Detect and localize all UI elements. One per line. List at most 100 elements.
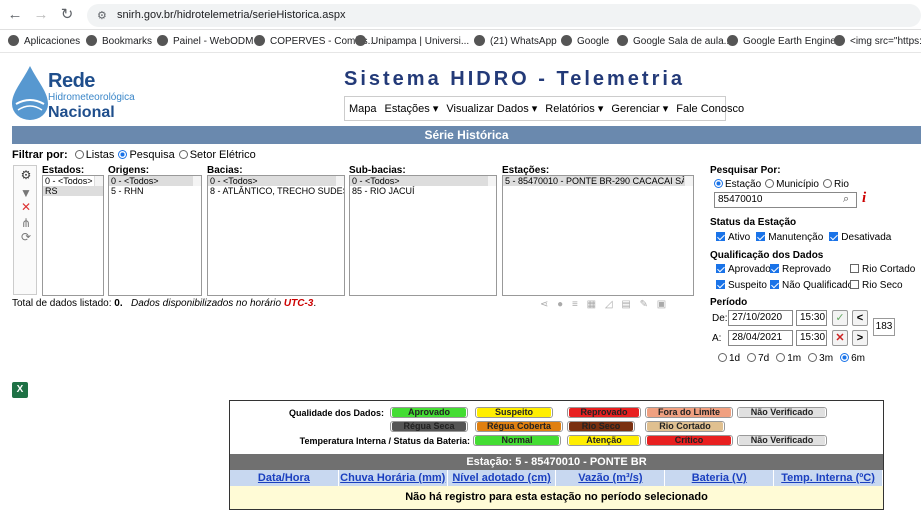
checkbox-icon[interactable]	[770, 264, 779, 273]
qualification-option-suspeito[interactable]: Suspeito	[716, 280, 767, 291]
checkbox-icon[interactable]	[850, 264, 859, 273]
column-vazao-m-s[interactable]: Vazão (m³/s)	[556, 470, 666, 486]
list-item[interactable]: RS	[43, 186, 103, 196]
menu-gerenciar[interactable]: Gerenciar ▾	[611, 102, 668, 115]
column-data-hora[interactable]: Data/Hora	[230, 470, 339, 486]
date-to-input[interactable]: 28/04/2021	[728, 330, 793, 346]
range-option-7d[interactable]: 7d	[743, 353, 769, 364]
range-option-6m[interactable]: 6m	[836, 353, 865, 364]
table-icon[interactable]: ▦	[587, 299, 599, 310]
list-item[interactable]: 0 - <Todos>	[350, 176, 496, 186]
checkbox-icon[interactable]	[850, 280, 859, 289]
checkbox-icon[interactable]	[829, 232, 839, 241]
search-input[interactable]: 85470010	[714, 192, 857, 208]
subbacias-list[interactable]: 0 - <Todos> 85 - RIO JACUÍ	[349, 175, 497, 296]
gears-icon[interactable]: ⚙	[19, 168, 33, 182]
chart-icon[interactable]: ◿	[605, 299, 616, 310]
bookmark-9[interactable]: Google Earth Engine	[727, 35, 836, 47]
radio-icon[interactable]	[74, 150, 84, 159]
checkbox-icon[interactable]	[716, 264, 725, 273]
filter-icon[interactable]: ▼	[19, 186, 33, 200]
radio-icon[interactable]	[118, 150, 128, 159]
estacoes-list[interactable]: 5 - 85470010 - PONTE BR-290 CACACAI SÃO …	[502, 175, 694, 296]
bookmark-1[interactable]: Aplicaciones	[8, 35, 80, 47]
tools-icon[interactable]: ✎	[640, 299, 651, 310]
clear-filter-icon[interactable]: ✕	[19, 200, 33, 214]
forward-icon[interactable]: →	[32, 6, 50, 24]
map-pin-icon[interactable]: ●	[557, 299, 566, 310]
search-option-estacao[interactable]: Estação	[710, 179, 761, 190]
back-icon[interactable]: ←	[6, 6, 24, 24]
checkbox-icon[interactable]	[716, 232, 725, 241]
pcd-icon[interactable]: ▣	[657, 299, 669, 310]
list-item[interactable]: 5 - 85470010 - PONTE BR-290 CACACAI SÃO …	[503, 176, 693, 186]
refresh-icon[interactable]: ⟳	[19, 230, 33, 244]
radio-icon[interactable]	[718, 353, 727, 362]
radio-icon[interactable]	[840, 353, 850, 362]
share-export-icon[interactable]: ⋖	[540, 299, 551, 310]
filter-option-listas[interactable]: Listas	[71, 149, 114, 161]
menu-fale-conosco[interactable]: Fale Conosco	[676, 103, 744, 115]
qualification-option-rio-cortado[interactable]: Rio Cortado	[850, 264, 915, 275]
menu-mapa[interactable]: Mapa	[349, 103, 377, 115]
origens-list[interactable]: 0 - <Todos> 5 - RHN	[108, 175, 202, 296]
bacias-list[interactable]: 0 - <Todos> 8 - ATLÂNTICO, TRECHO SUDES	[207, 175, 345, 296]
bookmark-2[interactable]: Bookmarks	[86, 35, 152, 47]
radio-icon[interactable]	[178, 150, 188, 159]
status-option-desativada[interactable]: Desativada	[829, 232, 891, 243]
menu-visualizar-dados[interactable]: Visualizar Dados ▾	[446, 102, 537, 115]
list-item[interactable]: 85 - RIO JACUÍ	[350, 186, 496, 196]
address-bar[interactable]: ⚙ snirh.gov.br/hidrotelemetria/serieHist…	[87, 4, 921, 27]
bookmark-5[interactable]: Unipampa | Universi...	[355, 35, 469, 47]
list-item[interactable]: 0 - <Todos>	[208, 176, 344, 186]
column-temp-interna-c[interactable]: Temp. Interna (ºC)	[774, 470, 883, 486]
bookmark-8[interactable]: Google Sala de aula...	[617, 35, 732, 47]
radio-icon[interactable]	[714, 179, 723, 188]
radio-icon[interactable]	[765, 179, 775, 188]
list-item[interactable]: 0 - <Todos>	[109, 176, 201, 186]
time-from-input[interactable]: 15:30	[796, 310, 827, 326]
status-option-manutencao[interactable]: Manutenção	[756, 232, 823, 243]
time-to-input[interactable]: 15:30	[796, 330, 827, 346]
range-option-1d[interactable]: 1d	[714, 353, 740, 364]
column-bateria-v[interactable]: Bateria (V)	[665, 470, 775, 486]
info-icon[interactable]: i	[862, 190, 866, 207]
checkbox-icon[interactable]	[770, 280, 779, 289]
search-option-rio[interactable]: Rio	[819, 179, 849, 190]
qualification-option-reprovado[interactable]: Reprovado	[770, 264, 831, 275]
bookmark-6[interactable]: (21) WhatsApp	[474, 35, 557, 47]
column-nivel-adotado-cm[interactable]: Nível adotado (cm)	[448, 470, 557, 486]
radio-icon[interactable]	[776, 353, 786, 362]
menu-estacoes[interactable]: Estações ▾	[385, 102, 439, 115]
menu-relatorios[interactable]: Relatórios ▾	[545, 102, 603, 115]
range-option-1m[interactable]: 1m	[772, 353, 801, 364]
column-chuva-horaria-mm[interactable]: Chuva Horária (mm)	[339, 470, 448, 486]
excel-icon[interactable]: X	[12, 382, 28, 398]
filter-option-pesquisa[interactable]: Pesquisa	[114, 149, 175, 161]
list-item[interactable]: 5 - RHN	[109, 186, 201, 196]
radio-icon[interactable]	[747, 353, 757, 362]
bookmark-3[interactable]: Painel - WebODM	[157, 35, 253, 47]
radio-icon[interactable]	[808, 353, 818, 362]
estados-list[interactable]: 0 - <Todos> RS	[42, 175, 104, 296]
site-info-icon[interactable]: ⚙	[97, 9, 107, 22]
filter-option-setor-eletrico[interactable]: Setor Elétrico	[175, 149, 256, 161]
range-option-3m[interactable]: 3m	[804, 353, 833, 364]
qualification-option-rio-seco[interactable]: Rio Seco	[850, 280, 903, 291]
reload-icon[interactable]: ↻	[58, 6, 76, 24]
bookmark-7[interactable]: Google	[561, 35, 609, 47]
cancel-icon[interactable]: ✕	[832, 330, 848, 346]
xml-icon[interactable]: ▤	[621, 299, 633, 310]
next-period-icon[interactable]: >	[852, 330, 868, 346]
qualification-option-nao-qualificado[interactable]: Não Qualificado	[770, 280, 853, 291]
date-from-input[interactable]: 27/10/2020	[728, 310, 793, 326]
search-option-municipio[interactable]: Município	[761, 179, 819, 190]
previous-period-icon[interactable]: <	[852, 310, 868, 326]
radio-icon[interactable]	[822, 179, 832, 188]
confirm-icon[interactable]: ✓	[832, 310, 848, 326]
checkbox-icon[interactable]	[756, 232, 766, 241]
share-icon[interactable]: ⋔	[19, 216, 33, 230]
qualification-option-aprovado[interactable]: Aprovado	[716, 264, 771, 275]
checkbox-icon[interactable]	[716, 280, 725, 289]
magnifier-icon[interactable]: ⌕	[843, 193, 849, 206]
